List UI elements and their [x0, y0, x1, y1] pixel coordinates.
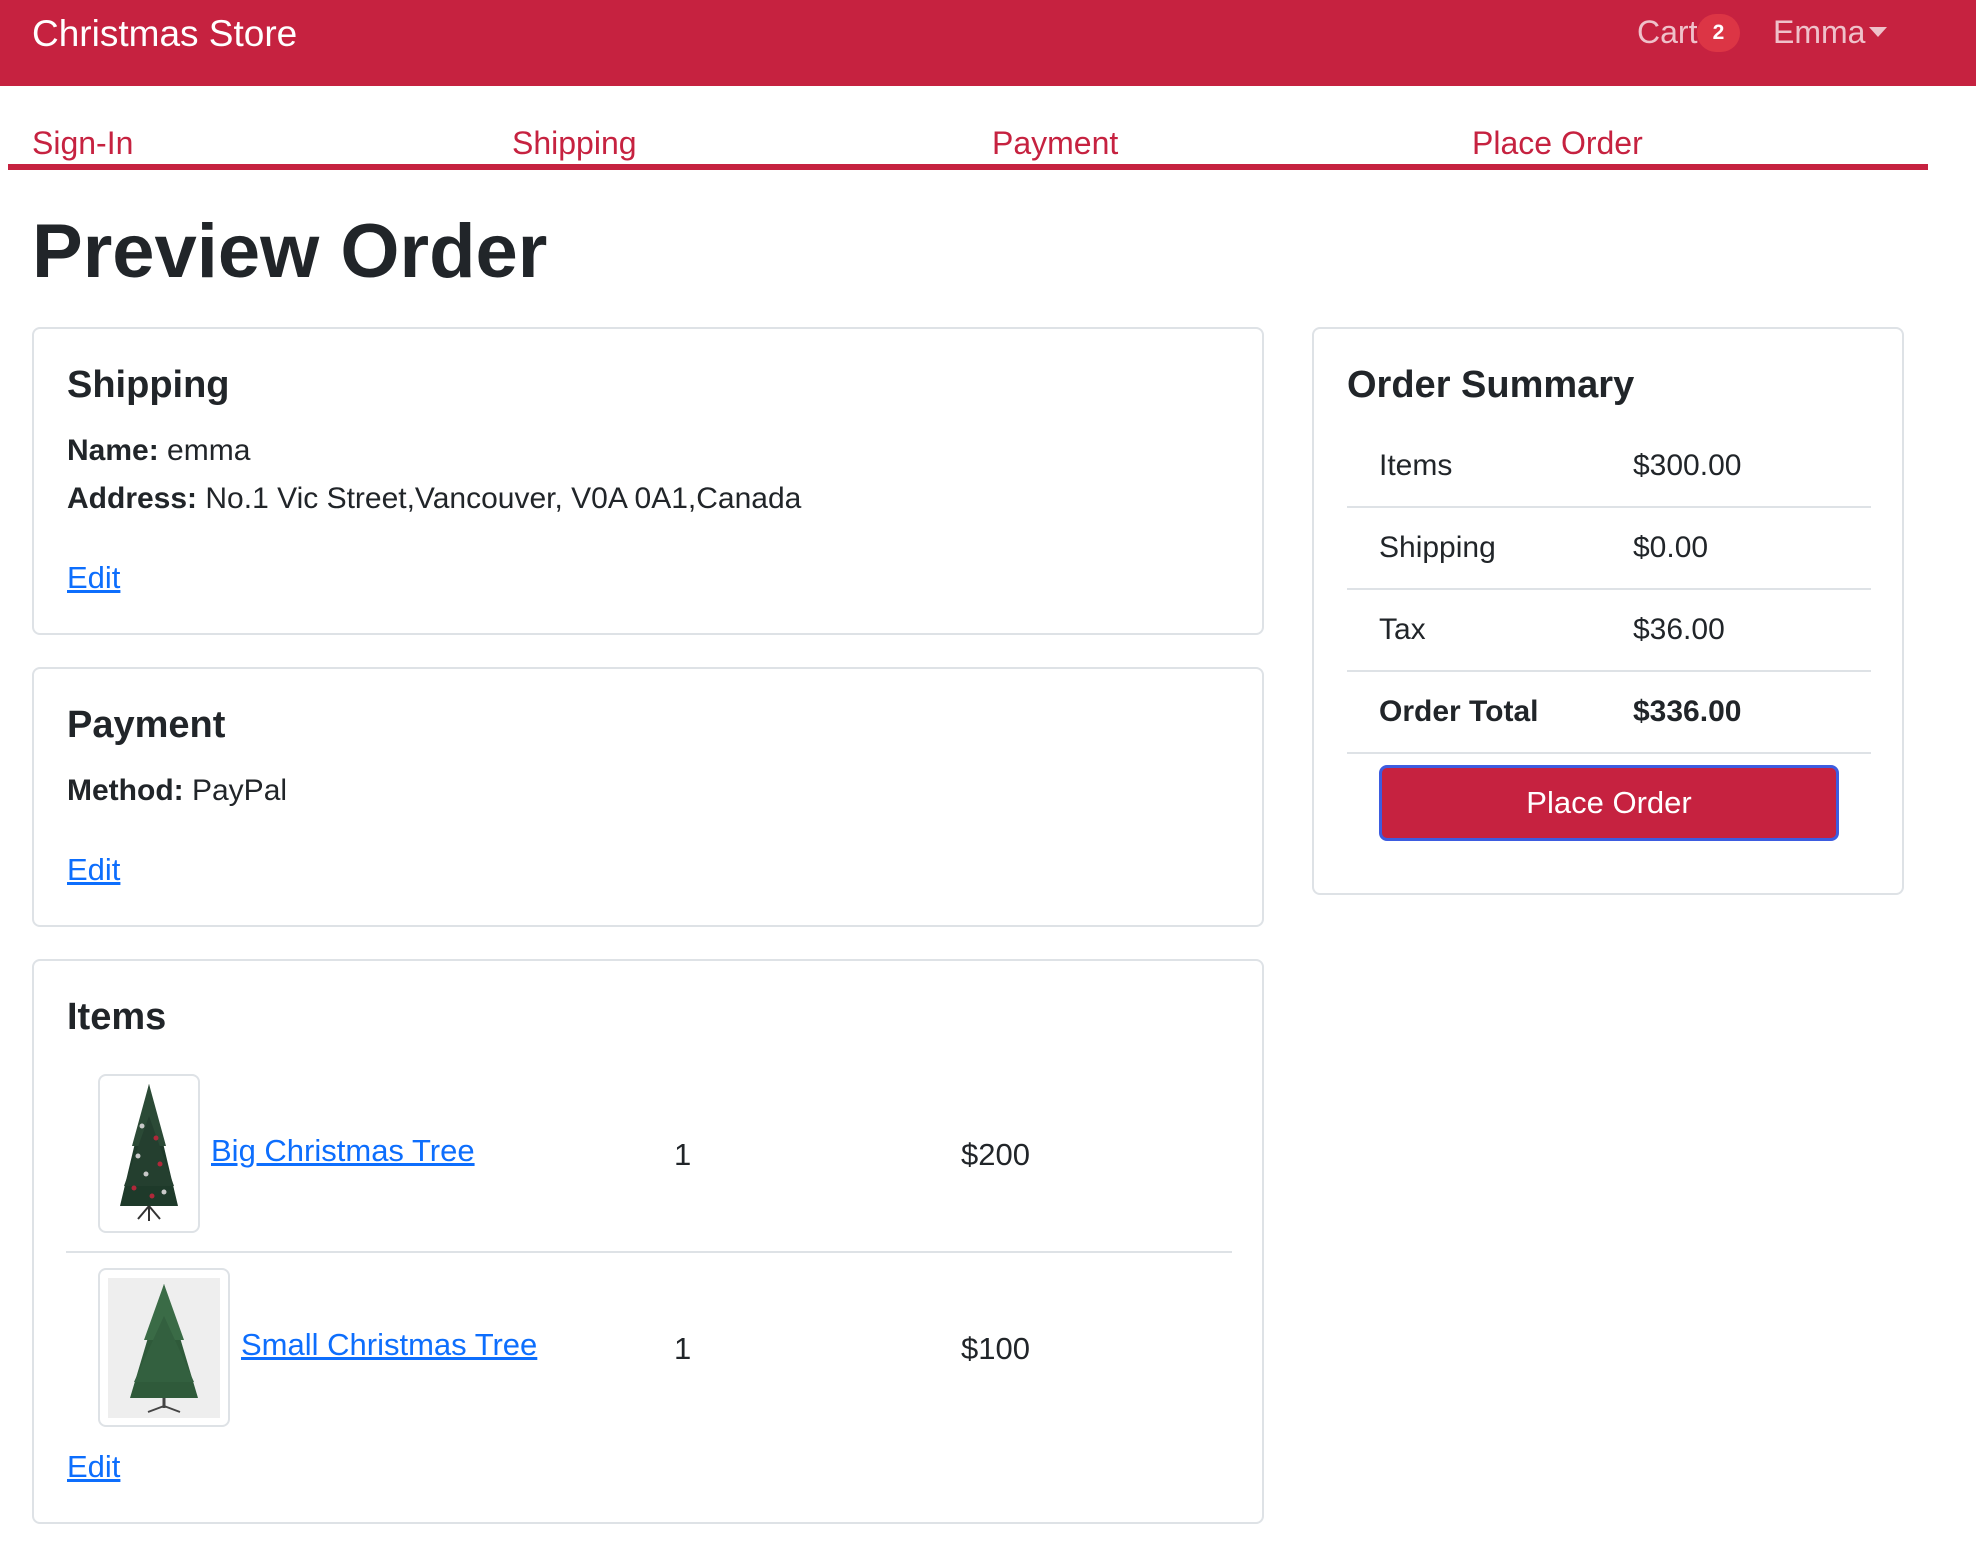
christmas-tree-image: [108, 1278, 220, 1418]
shipping-name-value: emma: [167, 434, 251, 467]
order-summary-title: Order Summary: [1347, 364, 1635, 406]
items-card-title: Items: [67, 996, 167, 1038]
top-navbar: Christmas Store Cart 2 Emma: [0, 0, 1976, 86]
item-divider: [66, 1251, 1232, 1253]
payment-method-label: Method:: [67, 774, 184, 807]
place-order-button[interactable]: Place Order: [1379, 765, 1839, 841]
payment-method-line: Method: PayPal: [67, 771, 287, 810]
step-shipping[interactable]: Shipping: [512, 124, 637, 162]
cart-link[interactable]: Cart: [1637, 12, 1697, 54]
caret-down-icon[interactable]: [1869, 27, 1887, 37]
brand-logo-link[interactable]: Christmas Store: [32, 12, 297, 56]
summary-label: Order Total: [1379, 695, 1539, 728]
summary-label: Tax: [1379, 613, 1426, 646]
summary-row-items: Items $300.00: [1347, 426, 1871, 508]
cart-count-badge[interactable]: 2: [1697, 14, 1740, 52]
item-price: $100: [961, 1331, 1030, 1366]
checkout-steps-underline: [8, 164, 1928, 170]
payment-card-title: Payment: [67, 704, 226, 746]
summary-value: $300.00: [1633, 449, 1742, 482]
edit-payment-link[interactable]: Edit: [67, 850, 120, 890]
summary-label: Items: [1379, 449, 1453, 482]
summary-row-tax: Tax $36.00: [1347, 590, 1871, 672]
item-name-link[interactable]: Big Christmas Tree: [211, 1131, 475, 1171]
item-price: $200: [961, 1137, 1030, 1172]
items-card: Items Big Christmas Tree 1 $200 Small Ch…: [32, 959, 1264, 1524]
step-payment[interactable]: Payment: [992, 124, 1118, 162]
edit-shipping-link[interactable]: Edit: [67, 558, 120, 598]
shipping-address-label: Address:: [67, 482, 198, 515]
shipping-name-label: Name:: [67, 434, 159, 467]
item-quantity: 1: [674, 1137, 692, 1172]
edit-items-link[interactable]: Edit: [67, 1447, 120, 1487]
shipping-card: Shipping Name: emma Address: No.1 Vic St…: [32, 327, 1264, 635]
summary-value: $36.00: [1633, 613, 1725, 646]
step-place-order[interactable]: Place Order: [1472, 124, 1643, 162]
page-title: Preview Order: [32, 209, 548, 294]
item-name-link[interactable]: Small Christmas Tree: [241, 1325, 537, 1365]
summary-value: $336.00: [1633, 695, 1742, 728]
big-tree-thumbnail: [98, 1074, 200, 1233]
user-menu-toggle[interactable]: Emma: [1773, 12, 1865, 54]
item-quantity: 1: [674, 1331, 692, 1366]
shipping-address-value: No.1 Vic Street,Vancouver, V0A 0A1,Canad…: [205, 482, 802, 515]
shipping-card-title: Shipping: [67, 364, 230, 406]
payment-method-value: PayPal: [191, 774, 288, 807]
summary-label: Shipping: [1379, 531, 1496, 564]
summary-row-order-total: Order Total $336.00: [1347, 672, 1871, 754]
summary-row-shipping: Shipping $0.00: [1347, 508, 1871, 590]
summary-value: $0.00: [1633, 531, 1709, 564]
small-tree-thumbnail: [98, 1268, 230, 1427]
payment-card: Payment Method: PayPal Edit: [32, 667, 1264, 927]
shipping-address-line: Address: No.1 Vic Street,Vancouver, V0A …: [67, 479, 801, 518]
christmas-tree-image: [120, 1084, 178, 1221]
shipping-name-line: Name: emma: [67, 431, 250, 470]
order-summary-card: Order Summary Items $300.00 Shipping $0.…: [1312, 327, 1904, 895]
step-sign-in[interactable]: Sign-In: [32, 124, 133, 162]
